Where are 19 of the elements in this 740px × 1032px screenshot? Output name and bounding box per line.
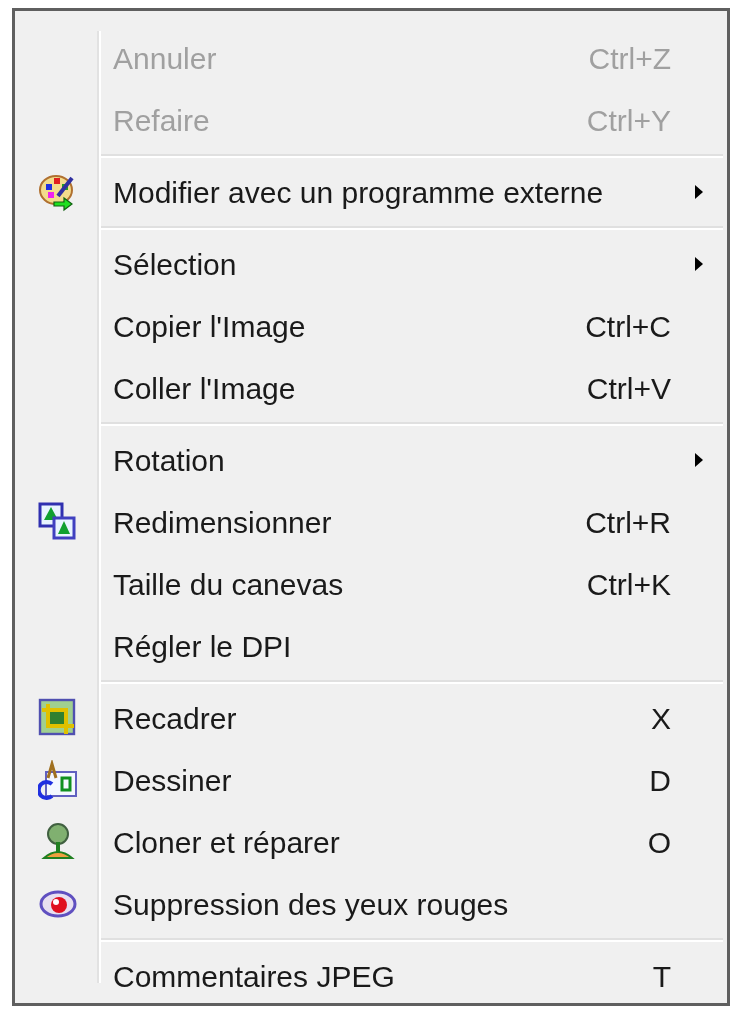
submenu-arrow-icon [694,452,704,468]
menu-item[interactable]: Copier l'Image Ctrl+C [15,295,727,357]
menu-item[interactable]: Redimensionner Ctrl+R [15,491,727,553]
submenu-arrow-icon [694,184,704,200]
menu-item[interactable]: Rotation [15,429,727,491]
shapes-icon [38,760,78,800]
menu-item[interactable]: Suppression des yeux rouges [15,873,727,935]
crop-icon [38,698,78,738]
resize-icon [38,502,78,542]
menu-item[interactable]: Commentaires JPEG T [15,945,727,1007]
menu-item[interactable]: Dessiner D [15,749,727,811]
menu-item[interactable]: Régler le DPI [15,615,727,677]
submenu-arrow-icon [694,256,704,272]
menu-item[interactable]: Coller l'Image Ctrl+V [15,357,727,419]
menu-item[interactable]: Recadrer X [15,687,727,749]
menu-item[interactable]: Taille du canevas Ctrl+K [15,553,727,615]
menu-item[interactable]: Sélection [15,233,727,295]
menu-item[interactable]: Cloner et réparer O [15,811,727,873]
menu-item[interactable]: Modifier avec un programme externe [15,161,727,223]
